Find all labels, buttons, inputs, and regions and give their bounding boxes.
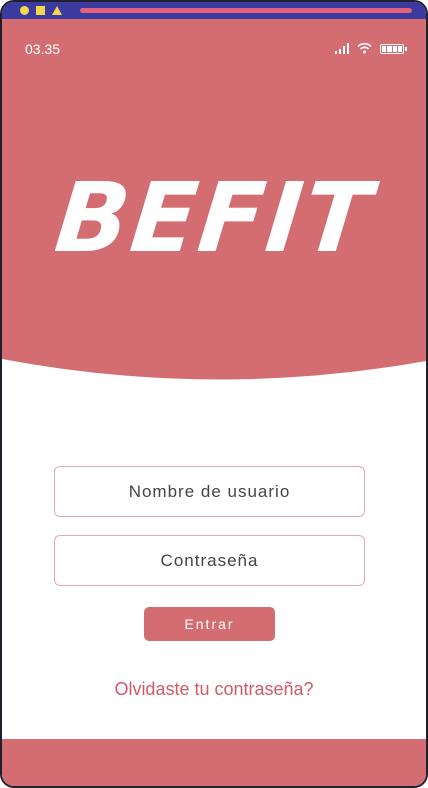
status-time: 03.35 [25, 41, 61, 57]
triangle-icon [52, 6, 62, 15]
circle-icon [20, 6, 29, 15]
password-input[interactable]: Contraseña [54, 535, 365, 586]
header-curve [2, 359, 426, 399]
title-bar-line [80, 8, 412, 13]
signal-icon [335, 43, 349, 54]
header-banner: 03.35 BEFIT [2, 19, 426, 399]
battery-icon [380, 44, 407, 54]
phone-frame: 03.35 BEFIT Nombre de usuario Contraseña… [0, 0, 428, 788]
login-button[interactable]: Entrar [144, 607, 275, 641]
username-input[interactable]: Nombre de usuario [54, 466, 365, 517]
status-icons [335, 42, 407, 54]
square-icon [36, 6, 45, 15]
footer-bar [2, 739, 426, 786]
wifi-icon [357, 42, 372, 54]
forgot-password-link[interactable]: Olvidaste tu contraseña? [2, 679, 426, 700]
window-title-bar [2, 2, 426, 19]
username-placeholder: Nombre de usuario [128, 481, 291, 501]
app-logo: BEFIT [50, 162, 378, 274]
password-placeholder: Contraseña [160, 550, 259, 570]
